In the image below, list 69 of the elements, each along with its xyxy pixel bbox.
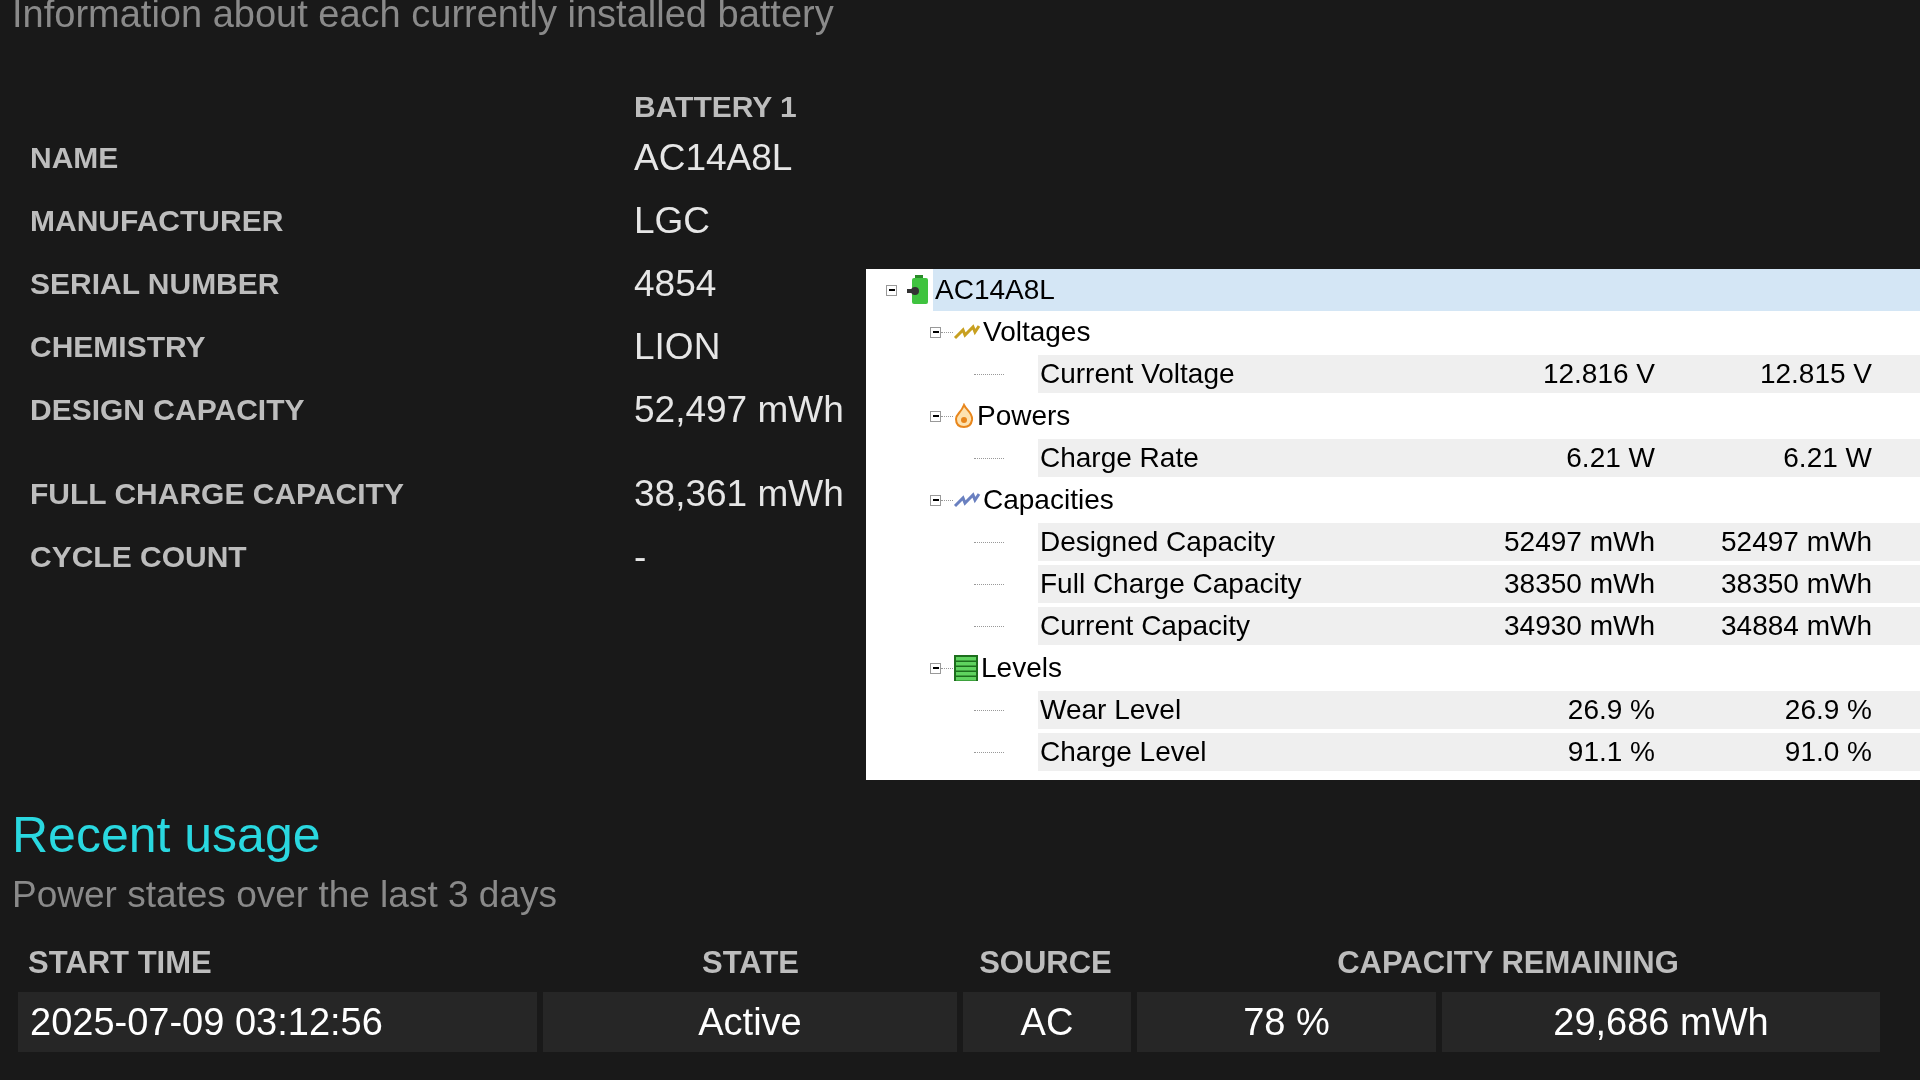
section-title: Recent usage [12, 806, 322, 865]
table-cell: 78 % [1137, 992, 1436, 1052]
section-subtitle: Information about each currently installed battery [12, 0, 834, 37]
column-header: CAPACITY REMAINING [1336, 943, 1680, 982]
tree-item[interactable]: AC14A8L [933, 269, 1920, 311]
zigzag-icon [953, 490, 981, 510]
property-label: CYCLE COUNT [30, 539, 248, 575]
sensor-name: Current Capacity [1039, 609, 1252, 643]
sensor-row[interactable]: Designed Capacity 52497 mWh 52497 mWh [1038, 523, 1920, 561]
column-header: SOURCE [978, 943, 1113, 982]
sensor-value: 6.21 W [1565, 441, 1655, 475]
tree-item[interactable]: Powers [975, 395, 1073, 437]
column-header: STATE [701, 943, 800, 982]
collapse-toggle[interactable] [930, 326, 941, 338]
tree-item[interactable]: Voltages [981, 311, 1093, 353]
sensor-value: 52497 mWh [1503, 525, 1655, 559]
table-cell: 2025-07-09 03:12:56 [18, 992, 537, 1052]
property-value: 38,361 mWh [634, 471, 844, 516]
tree-item[interactable]: Levels [979, 647, 1064, 689]
column-header: START TIME [27, 943, 213, 982]
sensor-row[interactable]: Current Voltage 12.816 V 12.815 V [1038, 355, 1920, 393]
table-cell: AC [963, 992, 1131, 1052]
property-label: CHEMISTRY [30, 329, 207, 365]
sensor-row[interactable]: Full Charge Capacity 38350 mWh 38350 mWh [1038, 565, 1920, 603]
collapse-toggle[interactable] [930, 662, 941, 674]
property-label: DESIGN CAPACITY [30, 392, 306, 428]
collapse-toggle[interactable] [930, 410, 941, 422]
property-label: FULL CHARGE CAPACITY [30, 476, 405, 512]
property-value: 52,497 mWh [634, 387, 844, 432]
column-heading: BATTERY 1 [634, 88, 797, 125]
sensor-value: 91.1 % [1566, 735, 1655, 769]
sensor-row[interactable]: Charge Rate 6.21 W 6.21 W [1038, 439, 1920, 477]
sensor-value: 6.21 W [1782, 441, 1872, 475]
property-value: - [634, 534, 647, 579]
sensor-name: Charge Rate [1039, 441, 1200, 475]
sensor-name: Current Voltage [1039, 357, 1236, 391]
sensor-row[interactable]: Charge Level 91.1 % 91.0 % [1038, 733, 1920, 771]
sensor-value: 91.0 % [1783, 735, 1872, 769]
table-cell: Active [543, 992, 957, 1052]
sensor-value: 12.816 V [1541, 357, 1655, 391]
sensor-value: 26.9 % [1783, 693, 1872, 727]
sensor-name: Charge Level [1039, 735, 1208, 769]
section-subtitle: Power states over the last 3 days [12, 873, 558, 917]
sensor-value: 12.815 V [1758, 357, 1872, 391]
sensor-value: 26.9 % [1566, 693, 1655, 727]
sensor-value: 38350 mWh [1720, 567, 1872, 601]
sensor-name: Full Charge Capacity [1039, 567, 1303, 601]
sensor-row[interactable]: Wear Level 26.9 % 26.9 % [1038, 691, 1920, 729]
zigzag-icon [953, 322, 981, 342]
property-value: 4854 [634, 261, 717, 306]
property-value: AC14A8L [634, 135, 793, 180]
property-label: NAME [30, 140, 120, 176]
level-bars-icon [953, 654, 979, 682]
tree-item[interactable]: Capacities [981, 479, 1116, 521]
sensor-value: 34930 mWh [1503, 609, 1655, 643]
property-value: LION [634, 324, 721, 369]
flame-icon [953, 403, 975, 429]
property-value: LGC [634, 198, 711, 243]
table-cell: 29,686 mWh [1442, 992, 1880, 1052]
sensor-name: Wear Level [1039, 693, 1183, 727]
property-label: MANUFACTURER [30, 203, 285, 239]
sensor-value: 52497 mWh [1720, 525, 1872, 559]
sensor-value: 38350 mWh [1503, 567, 1655, 601]
sensor-value: 34884 mWh [1720, 609, 1872, 643]
collapse-toggle[interactable] [930, 494, 941, 506]
sensor-row[interactable]: Current Capacity 34930 mWh 34884 mWh [1038, 607, 1920, 645]
property-label: SERIAL NUMBER [30, 266, 281, 302]
sensor-name: Designed Capacity [1039, 525, 1277, 559]
collapse-toggle[interactable] [886, 284, 897, 296]
